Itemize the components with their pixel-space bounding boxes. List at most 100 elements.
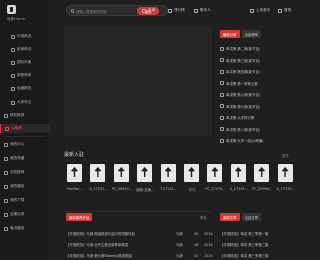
sidebar-item-2[interactable]: 国际风格 xyxy=(0,58,50,67)
user-caption[interactable]: 朋特·文案... xyxy=(134,187,156,192)
row-date: 2024 xyxy=(204,242,213,247)
rank-item-title: 单讲第·大学排行榜 xyxy=(226,116,255,120)
login-link[interactable]: 登录 xyxy=(278,8,291,13)
sidebar-item-3[interactable]: 新歌榜单 xyxy=(0,71,50,80)
article-title: 【华语精选】单讲 第三季第三集 xyxy=(220,254,269,258)
video-player[interactable] xyxy=(64,26,212,136)
row-date: 2024 xyxy=(204,231,213,236)
user-thumbnail[interactable] xyxy=(230,164,246,182)
user-caption[interactable]: A_17235... xyxy=(275,187,297,191)
app-logo-icon[interactable] xyxy=(7,5,16,14)
sidebar-item-9[interactable]: 我的收藏 xyxy=(0,154,50,163)
tab-all-charts[interactable]: 全部榜单 xyxy=(241,30,262,38)
rank-list-item[interactable]: 单讲第·第七期(新节目) xyxy=(220,102,296,111)
sidebar-item-14[interactable]: 最近播放 xyxy=(0,224,50,233)
sidebar-item-1[interactable]: 欧美精选 xyxy=(0,45,50,54)
sidebar-divider xyxy=(4,136,46,137)
default-avatar-icon xyxy=(164,167,172,177)
rank-list-item[interactable]: 单讲第·第二期(新节目) xyxy=(220,44,296,53)
sidebar-item-label: 最近播放 xyxy=(10,226,25,230)
bottom-left-more-link[interactable]: 更多 xyxy=(200,215,207,220)
nav-link-charts[interactable]: 排行榜 xyxy=(168,8,185,13)
user-caption[interactable]: T-17231... xyxy=(158,187,180,191)
default-avatar-icon xyxy=(141,167,149,177)
user-thumbnail[interactable] xyxy=(113,164,129,182)
tab-latest-share[interactable]: 最新分享 xyxy=(220,30,240,38)
sidebar-item-10[interactable]: 浏览推荐 xyxy=(0,168,50,177)
nav-icon xyxy=(11,86,15,91)
latest-section-title: 最新入驻 xyxy=(64,152,85,158)
rank-list-item[interactable]: 单讲第·第四期(新节目) xyxy=(220,67,296,76)
sidebar-item-11[interactable]: 我的播放 xyxy=(0,182,50,191)
tab-latest-articles[interactable]: 最新文章 xyxy=(220,213,240,221)
article-row[interactable]: 【华语精选】单讲 第三季第三集 xyxy=(220,251,296,260)
user-thumbnail[interactable] xyxy=(277,164,293,182)
sidebar-item-4[interactable]: 私藏精选 xyxy=(0,84,50,93)
user-icon xyxy=(194,8,198,13)
latest-more-link[interactable]: 更多 xyxy=(282,153,289,158)
top-bar: 请输入要搜索的内容~ 搜索 专辑 排行榜 歌手人 上传音乐 登录 xyxy=(50,0,300,22)
user-caption[interactable]: A_17235... xyxy=(228,187,250,191)
rank-list-item[interactable]: 单讲第·第三期(新节目) xyxy=(220,56,296,65)
table-row[interactable]: 【华语精选】马静·第九期Tabledig精选歌曲 马静 31 2024 xyxy=(64,251,213,260)
sidebar-item-7[interactable]: AI推荐 xyxy=(0,124,50,133)
sidebar-item-6[interactable]: 精彩推荐 xyxy=(0,111,50,120)
user-caption[interactable]: PC_50094... xyxy=(251,187,273,191)
sidebar-item-label: 我的下载 xyxy=(10,198,25,202)
tab-latest-works[interactable]: 最新推荐作品 xyxy=(66,213,93,221)
rank-list-item[interactable]: 单讲第·大学排行榜 xyxy=(220,113,296,122)
right-panel-tabs: 最新分享 全部榜单 xyxy=(220,30,262,38)
tab-all-articles[interactable]: 全部文章 xyxy=(241,213,262,221)
article-row[interactable]: 【华语精选】单讲 第三季第二集 xyxy=(220,240,296,249)
bottom-left-tabs: 最新推荐作品 xyxy=(66,213,93,221)
music-note-icon xyxy=(220,104,224,108)
nav-icon xyxy=(4,184,8,189)
user-thumbnail[interactable] xyxy=(254,164,270,182)
music-note-icon xyxy=(220,69,224,74)
user-thumbnail[interactable] xyxy=(184,164,199,182)
nav-link-artists[interactable]: 歌手人 xyxy=(194,8,211,13)
default-avatar-icon xyxy=(188,167,195,177)
row-date: 2024 xyxy=(204,253,213,258)
user-thumbnail[interactable] xyxy=(67,164,82,182)
nav-icon xyxy=(5,126,9,131)
sidebar-item-12[interactable]: 我的下载 xyxy=(0,196,50,205)
table-row[interactable]: 【华语精选】马静·周迪精选乐曲中的短篇作品 马静 39 2024 xyxy=(64,229,213,238)
nav-link-album[interactable]: 专辑 xyxy=(142,8,155,13)
rank-list-item[interactable]: 单讲第·第八期(新节目) xyxy=(220,125,296,134)
article-row[interactable]: 【华语精选】单讲 第三季第一集 xyxy=(220,229,296,238)
user-caption[interactable]: PC_27470... xyxy=(204,187,226,191)
sidebar-item-5[interactable]: 大家听过 xyxy=(0,98,50,107)
user-thumbnail[interactable] xyxy=(160,164,176,182)
table-row[interactable]: 【华语精选】马静·合作主题全新歌单精选 马静 36 2024 xyxy=(64,240,213,249)
user-thumbnail[interactable] xyxy=(207,164,223,182)
user-thumbnail[interactable] xyxy=(90,164,106,182)
sidebar-item-0[interactable]: 华语精选 xyxy=(0,32,50,41)
row-artist: 马静 xyxy=(176,254,183,258)
user-caption[interactable]: PC_39953... xyxy=(111,187,133,191)
rank-list-item[interactable]: 单讲第·第一季第五集 xyxy=(220,79,296,88)
sidebar-title[interactable]: 电影Home xyxy=(7,17,25,22)
default-avatar-icon xyxy=(117,167,125,177)
sidebar-item-label: 我的收藏 xyxy=(10,156,25,160)
upload-icon xyxy=(250,8,254,13)
user-caption[interactable]: 平凡 xyxy=(181,187,203,192)
album-icon xyxy=(142,8,146,13)
sidebar-item-label: 欧美精选 xyxy=(17,47,32,51)
rank-item-title: 单讲第·大学一组(AI精编) xyxy=(226,139,264,143)
search-icon xyxy=(70,9,75,13)
sidebar-item-8[interactable]: 我的中心 xyxy=(0,140,50,149)
sidebar-item-13[interactable]: 近期记录 xyxy=(0,210,50,219)
row-title: 【华语精选】马静·第九期Tabledig精选歌曲 xyxy=(66,254,132,258)
user-thumbnail[interactable] xyxy=(137,164,153,182)
nav-icon xyxy=(4,142,8,147)
search-input[interactable]: 请输入要搜索的内容~ xyxy=(76,9,109,14)
user-caption[interactable]: PanPan... xyxy=(64,187,86,191)
upload-music-link[interactable]: 上传音乐 xyxy=(250,8,270,13)
nav-icon xyxy=(4,156,8,161)
rank-list-item[interactable]: 单讲第·大学一组(AI精编) xyxy=(220,136,296,145)
user-caption[interactable]: A_17231... xyxy=(87,187,109,191)
music-note-icon xyxy=(220,58,224,62)
rank-item-title: 单讲第·第六期(新节目) xyxy=(226,93,261,97)
rank-list-item[interactable]: 单讲第·第六期(新节目) xyxy=(220,90,296,99)
